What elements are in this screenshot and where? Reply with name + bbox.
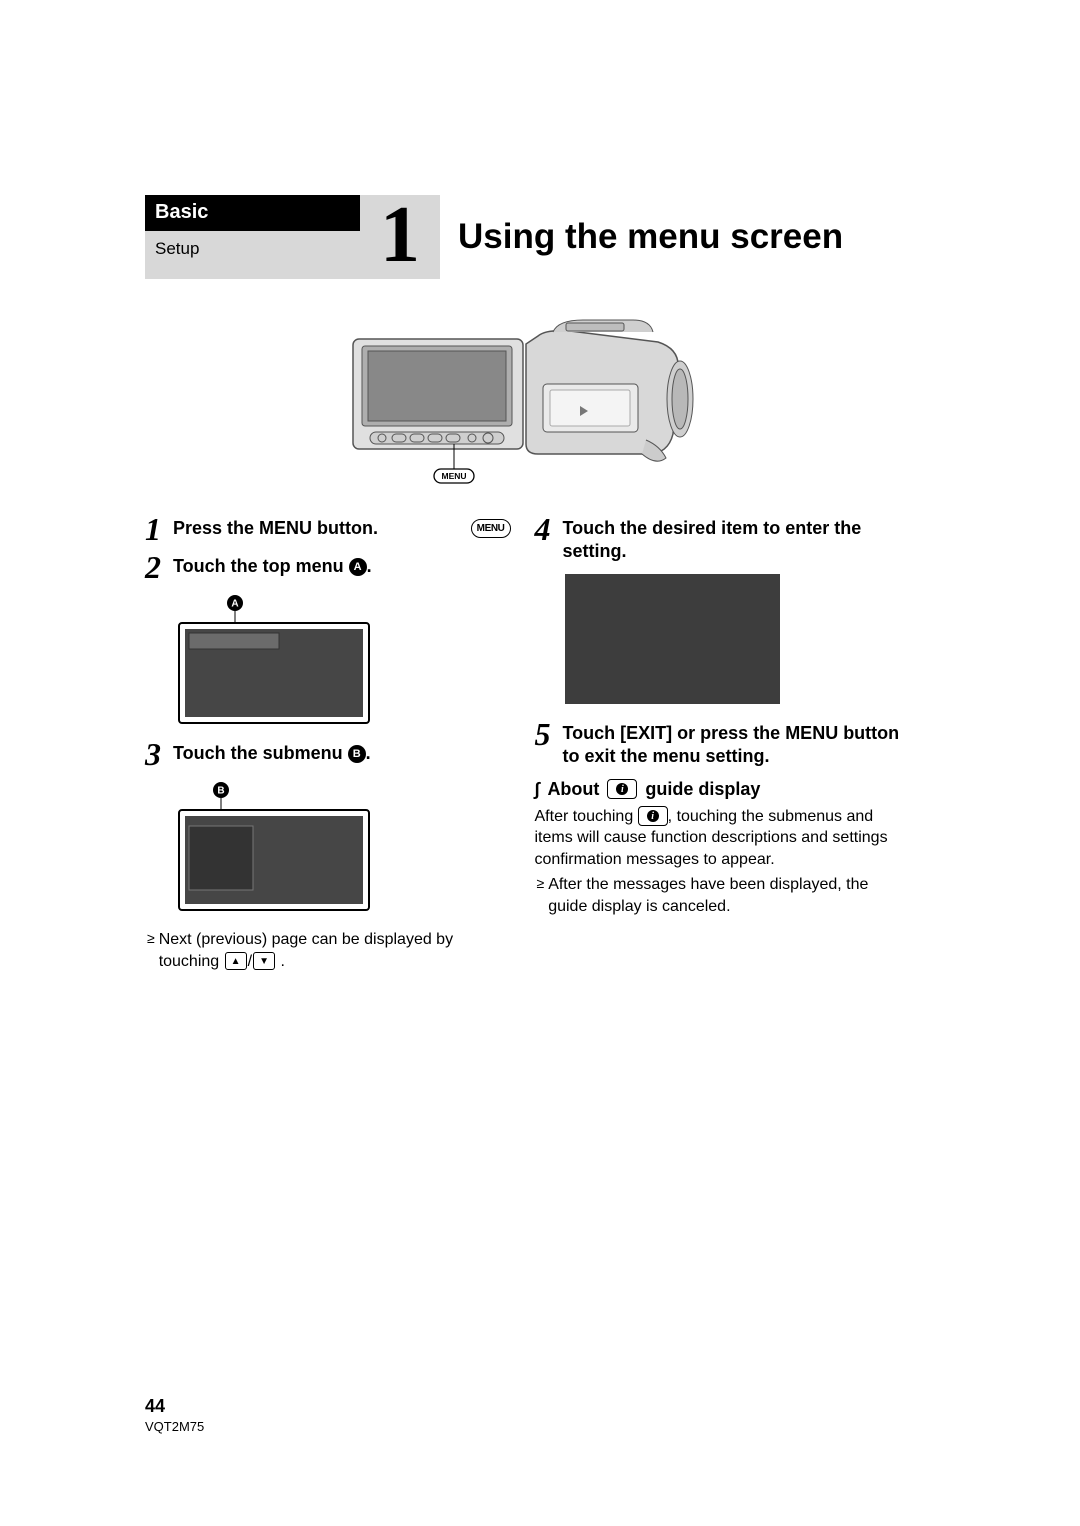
step-text: Touch the desired item to enter the sett…: [563, 517, 901, 564]
text-part: .: [367, 556, 372, 576]
about-guide-heading: ∫ About i guide display: [535, 779, 901, 800]
square-bullet-icon: ∫: [535, 779, 540, 800]
step-text: Touch the submenu B.: [173, 742, 511, 765]
step-text-content: Press the MENU button.: [173, 518, 378, 538]
about-body: After touching i, touching the submenus …: [535, 806, 901, 871]
step-5: 5 Touch [EXIT] or press the MENU button …: [535, 722, 901, 769]
left-column: 1 Press the MENU button. MENU 2 Touch th…: [145, 517, 511, 972]
category-label: Basic: [145, 195, 360, 231]
camcorder-illustration: MENU: [145, 314, 900, 489]
marker-b-icon: B: [348, 745, 366, 763]
text-part: After touching: [535, 808, 638, 825]
heading-part: About: [547, 779, 599, 800]
arrow-up-key-icon: ▲: [225, 952, 247, 970]
step-1: 1 Press the MENU button. MENU: [145, 517, 511, 545]
marker-a-icon: A: [349, 558, 367, 576]
setting-screen-photo: [565, 574, 780, 704]
bullet-text: After the messages have been displayed, …: [548, 874, 900, 917]
step-number: 2: [145, 551, 167, 583]
arrow-down-key-icon: ▼: [253, 952, 275, 970]
svg-text:B: B: [217, 786, 224, 797]
diagram-top-menu: A: [175, 593, 511, 728]
menu-button-icon: MENU: [471, 519, 511, 538]
camcorder-svg: MENU: [348, 314, 698, 489]
text-part: .: [366, 743, 371, 763]
chapter-number: 1: [360, 195, 440, 279]
step-number: 4: [535, 513, 557, 545]
svg-text:A: A: [231, 599, 238, 610]
bullet-icon: ≥: [537, 874, 545, 917]
step-text: Touch the top menu A.: [173, 555, 511, 578]
step-text: Press the MENU button. MENU: [173, 517, 511, 540]
step-4: 4 Touch the desired item to enter the se…: [535, 517, 901, 564]
document-id: VQT2M75: [145, 1419, 204, 1434]
page-footer: 44 VQT2M75: [145, 1396, 204, 1434]
page-number: 44: [145, 1396, 204, 1417]
text-part: .: [276, 953, 285, 970]
diagram-submenu: B: [175, 780, 511, 915]
text-part: Touch the top menu: [173, 556, 349, 576]
svg-text:MENU: MENU: [441, 471, 466, 481]
info-key-icon: i: [638, 806, 668, 826]
note-text: Next (previous) page can be displayed by…: [159, 929, 511, 972]
step-number: 5: [535, 718, 557, 750]
paging-note: ≥ Next (previous) page can be displayed …: [147, 929, 511, 972]
text-part: Touch the submenu: [173, 743, 348, 763]
step-number: 1: [145, 513, 167, 545]
bullet-icon: ≥: [147, 929, 155, 972]
page-title: Using the menu screen: [440, 195, 843, 279]
step-number: 3: [145, 738, 167, 770]
section-label: Setup: [145, 231, 360, 279]
text-part: Next (previous) page can be displayed by…: [159, 931, 453, 970]
info-key-icon: i: [607, 779, 637, 799]
about-bullet: ≥ After the messages have been displayed…: [537, 874, 901, 917]
step-text: Touch [EXIT] or press the MENU button to…: [563, 722, 901, 769]
step-2: 2 Touch the top menu A.: [145, 555, 511, 583]
page-header: Basic Setup 1 Using the menu screen: [145, 195, 900, 279]
right-column: 4 Touch the desired item to enter the se…: [535, 517, 901, 972]
step-3: 3 Touch the submenu B.: [145, 742, 511, 770]
heading-part: guide display: [645, 779, 760, 800]
